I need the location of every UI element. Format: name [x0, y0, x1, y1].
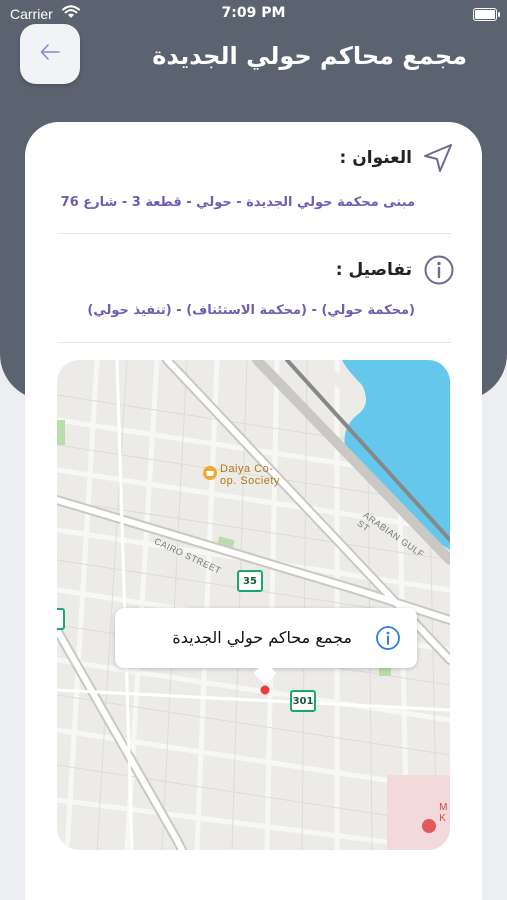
back-button[interactable]	[20, 24, 80, 84]
arrow-left-icon	[38, 40, 62, 68]
page-title: مجمع محاكم حولي الجديدة	[152, 42, 467, 70]
status-time: 7:09 PM	[221, 5, 286, 21]
details-label: تفاصيل :	[335, 260, 412, 280]
address-value: مبنى محكمة حولي الجديدة - حولي - قطعة 3 …	[60, 195, 415, 210]
hospital-icon	[422, 819, 436, 833]
road-shield-edge	[57, 608, 65, 630]
road-shield-35: 35	[237, 570, 263, 592]
poi-name-line1: Daiya Co-	[220, 463, 274, 475]
divider	[58, 233, 451, 234]
map-edge-text: M K	[439, 802, 448, 824]
battery-icon	[473, 8, 500, 21]
map-callout[interactable]: مجمع محاكم حولي الجديدة	[115, 608, 417, 685]
poi-name-line2: op. Society	[220, 475, 280, 487]
status-bar: Carrier 7:09 PM	[0, 0, 507, 30]
road-shield-301: 301	[290, 690, 316, 712]
map-edge-text-2: K	[439, 813, 447, 824]
poi-label: Daiya Co- op. Society	[220, 463, 280, 487]
callout-info-icon[interactable]	[375, 625, 401, 655]
address-label: العنوان :	[339, 148, 412, 168]
map-view[interactable]: Daiya Co- op. Society CAIRO STREET ARABI…	[57, 360, 450, 850]
map-canvas	[57, 360, 450, 850]
navigation-arrow-icon	[422, 142, 454, 178]
callout-title: مجمع محاكم حولي الجديدة	[172, 628, 352, 647]
info-icon	[423, 254, 455, 290]
location-pin-icon	[260, 685, 270, 695]
details-value: (محكمة حولي) - (محكمة الاستئناف) - (تنفي…	[87, 303, 415, 318]
map-edge-text-1: M	[439, 802, 448, 813]
divider	[58, 342, 451, 343]
